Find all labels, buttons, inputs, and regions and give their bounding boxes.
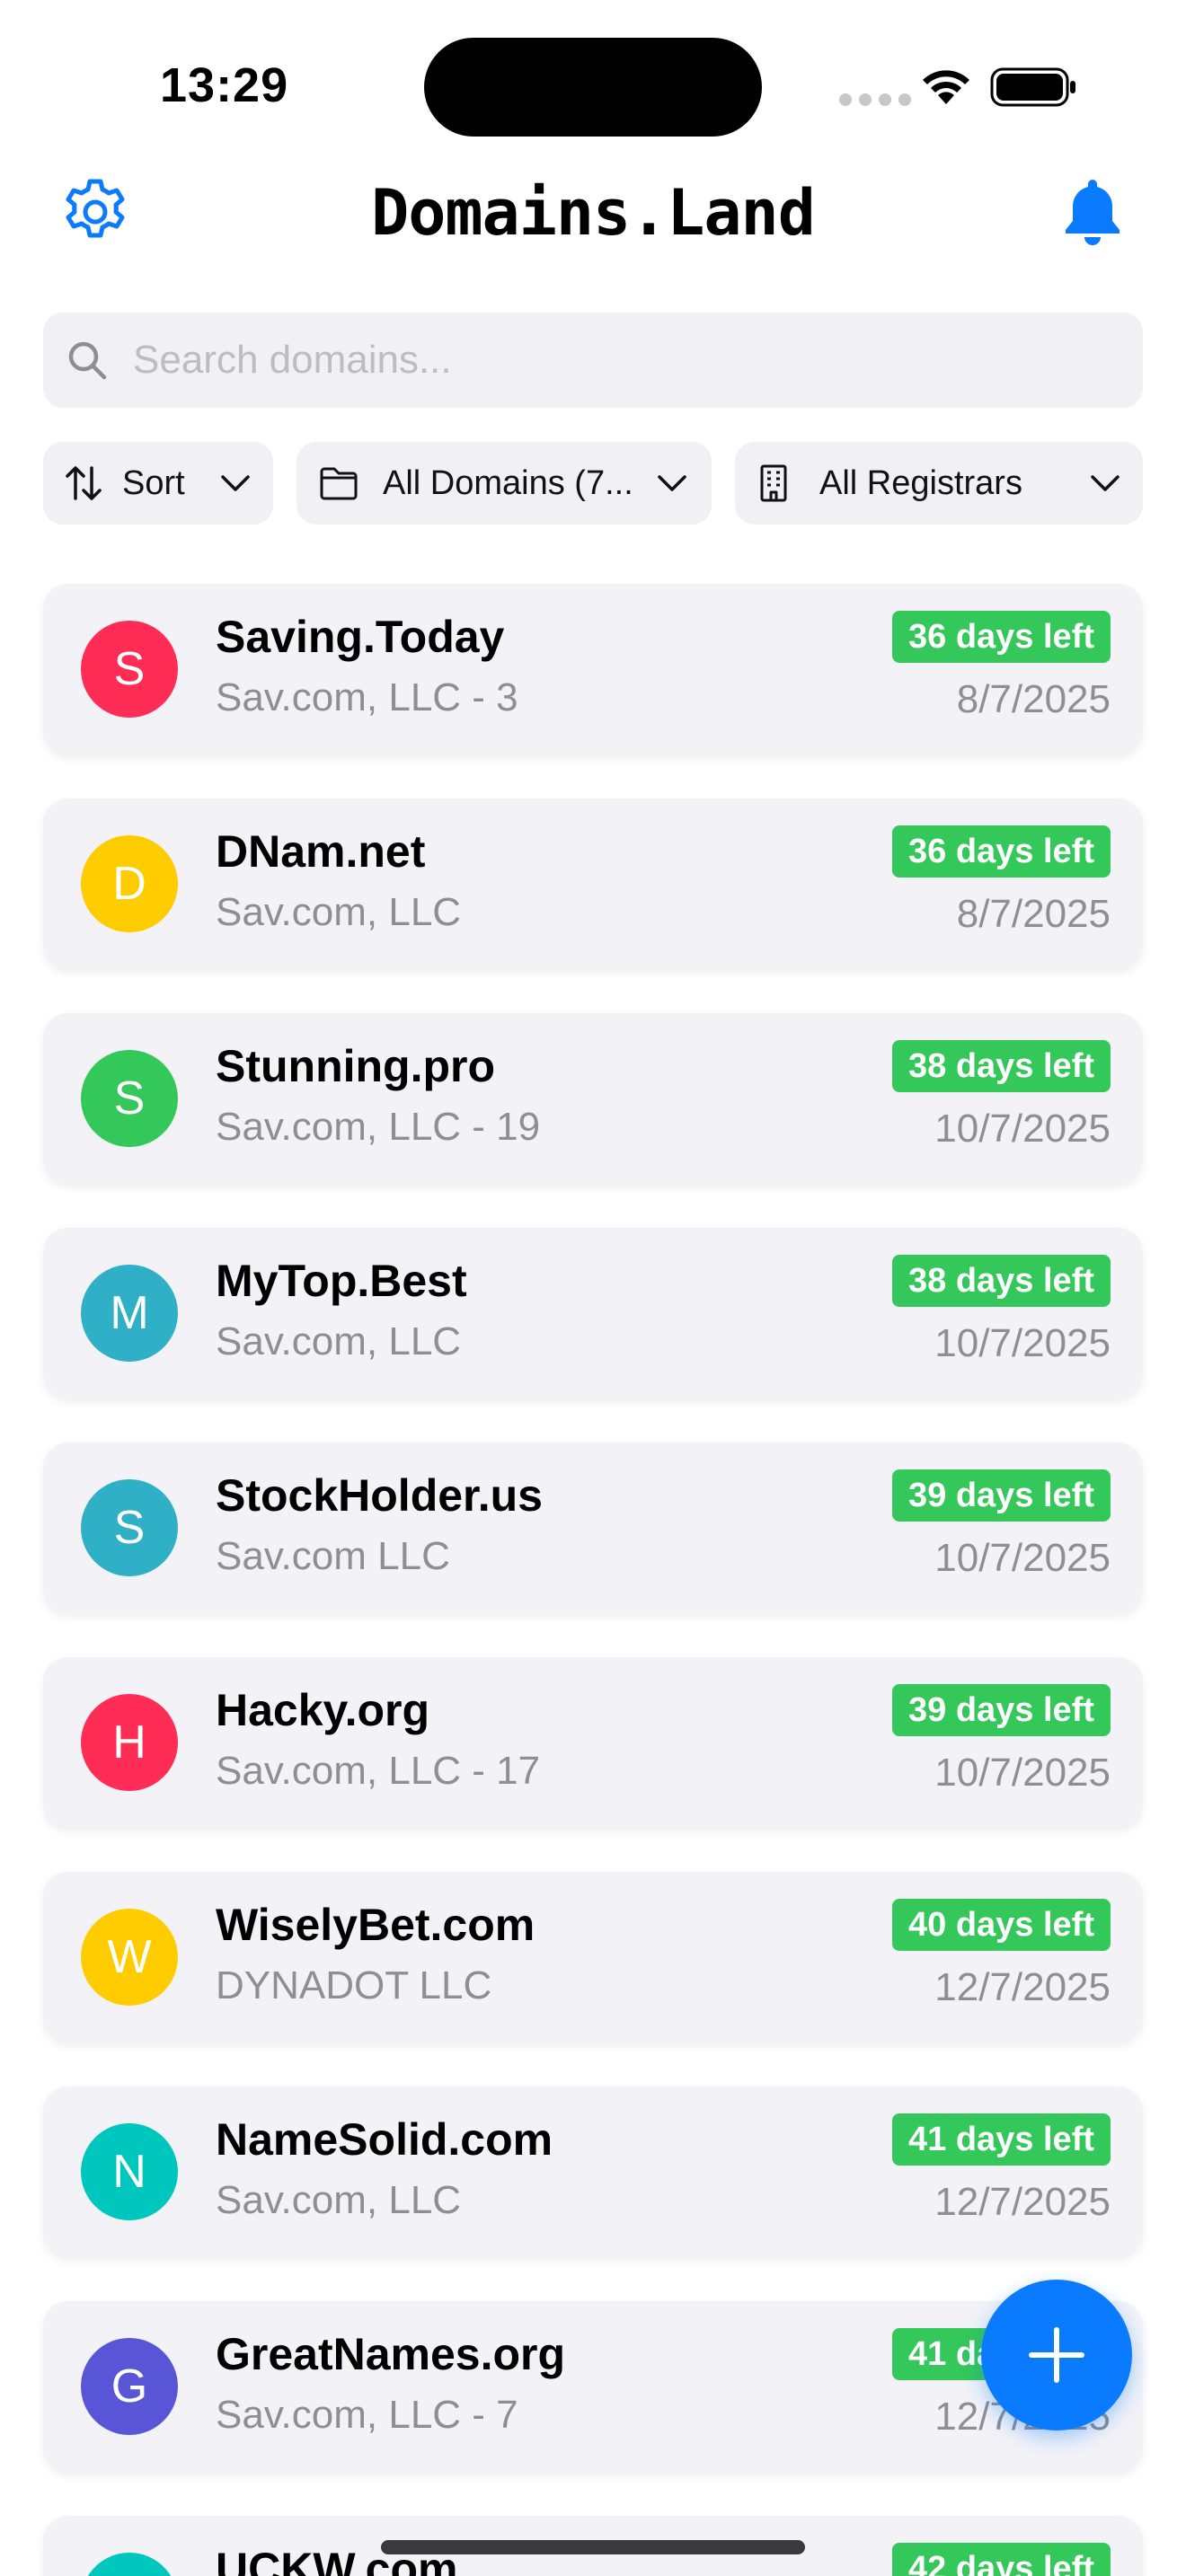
domain-avatar: U <box>81 2553 178 2576</box>
expiry-date: 12/7/2025 <box>934 1965 1111 2009</box>
search-input[interactable] <box>133 338 1103 383</box>
domain-card[interactable]: W WiselyBet.com DYNADOT LLC 40 days left… <box>43 1872 1143 2042</box>
notifications-button[interactable] <box>1058 176 1127 248</box>
bell-icon <box>1066 180 1120 245</box>
expiry-date: 10/7/2025 <box>934 1751 1111 1795</box>
add-domain-button[interactable] <box>981 2280 1132 2430</box>
domain-avatar: S <box>81 621 178 718</box>
domain-name: GreatNames.org <box>216 2329 566 2379</box>
domain-name: Saving.Today <box>216 612 505 662</box>
days-left-badge: 39 days left <box>892 1684 1111 1736</box>
days-left-badge: 40 days left <box>892 1899 1111 1951</box>
registrars-filter-label: All Registrars <box>819 463 1022 502</box>
building-icon <box>760 464 787 502</box>
domain-avatar: N <box>81 2123 178 2220</box>
days-left-badge: 42 days left <box>892 2543 1111 2576</box>
domain-avatar: M <box>81 1265 178 1362</box>
domain-name: WiselyBet.com <box>216 1900 535 1950</box>
domain-avatar: H <box>81 1694 178 1791</box>
days-left-badge: 39 days left <box>892 1469 1111 1522</box>
domain-name: Stunning.pro <box>216 1041 496 1091</box>
days-left-badge: 38 days left <box>892 1255 1111 1307</box>
domain-registrar: Sav.com LLC <box>216 1534 450 1578</box>
domain-card[interactable]: S Stunning.pro Sav.com, LLC - 19 38 days… <box>43 1013 1143 1184</box>
domain-registrar: Sav.com, LLC - 17 <box>216 1749 541 1793</box>
sort-arrows-icon <box>66 466 102 500</box>
domain-avatar: S <box>81 1479 178 1576</box>
folder-icon <box>320 467 358 500</box>
expiry-date: 10/7/2025 <box>934 1107 1111 1151</box>
domain-avatar: D <box>81 835 178 932</box>
status-time: 13:29 <box>160 58 289 112</box>
domain-registrar: Sav.com, LLC - 19 <box>216 1105 541 1149</box>
domain-name: StockHolder.us <box>216 1470 543 1521</box>
domains-filter-dropdown[interactable]: All Domains (7... <box>296 442 712 525</box>
expiry-date: 8/7/2025 <box>956 677 1111 721</box>
expiry-date: 10/7/2025 <box>934 1321 1111 1365</box>
sort-button[interactable]: Sort <box>43 442 273 525</box>
days-left-badge: 38 days left <box>892 1040 1111 1092</box>
chevron-down-icon <box>221 475 250 491</box>
app-screen: 13:29 Domains.Land Search domains... Sor… <box>0 0 1186 2576</box>
app-title: Domains.Land <box>371 176 816 250</box>
expiry-date: 8/7/2025 <box>956 892 1111 936</box>
days-left-badge: 36 days left <box>892 825 1111 878</box>
domain-registrar: Sav.com, LLC <box>216 2178 462 2222</box>
sort-label: Sort <box>122 463 185 502</box>
domain-avatar: W <box>81 1909 178 2006</box>
plus-icon <box>1029 2327 1084 2383</box>
search-icon <box>68 341 107 380</box>
domain-registrar: Sav.com, LLC <box>216 1319 462 1363</box>
domain-card[interactable]: H Hacky.org Sav.com, LLC - 17 39 days le… <box>43 1657 1143 1828</box>
domain-name: MyTop.Best <box>216 1256 467 1306</box>
domain-registrar: Sav.com, LLC - 3 <box>216 675 518 719</box>
domain-card[interactable]: S Saving.Today Sav.com, LLC - 3 36 days … <box>43 584 1143 754</box>
search-bar[interactable] <box>43 313 1143 408</box>
domain-name: Hacky.org <box>216 1685 430 1735</box>
days-left-badge: 41 days left <box>892 2113 1111 2166</box>
expiry-date: 12/7/2025 <box>934 2180 1111 2224</box>
domain-card[interactable]: N NameSolid.com Sav.com, LLC 41 days lef… <box>43 2086 1143 2257</box>
home-indicator <box>381 2540 805 2554</box>
days-left-badge: 36 days left <box>892 611 1111 663</box>
domain-card[interactable]: M MyTop.Best Sav.com, LLC 38 days left 1… <box>43 1228 1143 1398</box>
registrars-filter-dropdown[interactable]: All Registrars <box>735 442 1143 525</box>
domain-registrar: DYNADOT LLC <box>216 1963 492 2007</box>
domains-filter-label: All Domains (7... <box>383 463 633 502</box>
chevron-down-icon <box>1091 475 1120 491</box>
domain-registrar: Sav.com, LLC - 7 <box>216 2393 518 2437</box>
wifi-icon <box>923 70 969 104</box>
domain-card[interactable]: D DNam.net Sav.com, LLC 36 days left 8/7… <box>43 798 1143 969</box>
domain-avatar: G <box>81 2338 178 2435</box>
expiry-date: 10/7/2025 <box>934 1536 1111 1580</box>
cellular-signal-icon <box>839 93 911 106</box>
domain-avatar: S <box>81 1050 178 1147</box>
domain-registrar: Sav.com, LLC <box>216 890 462 934</box>
chevron-down-icon <box>658 475 686 491</box>
battery-icon <box>990 67 1075 107</box>
domain-name: DNam.net <box>216 826 426 877</box>
domain-name: NameSolid.com <box>216 2114 553 2165</box>
domain-card[interactable]: G GreatNames.org Sav.com, LLC - 7 41 day… <box>43 2301 1143 2472</box>
domain-card[interactable]: S StockHolder.us Sav.com LLC 39 days lef… <box>43 1442 1143 1613</box>
dynamic-island <box>424 38 762 137</box>
